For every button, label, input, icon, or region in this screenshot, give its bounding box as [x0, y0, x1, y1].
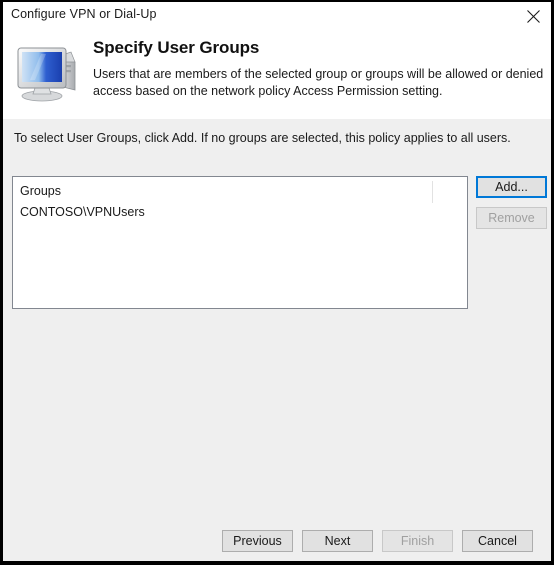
window-title: Configure VPN or Dial-Up: [11, 7, 157, 21]
dialog-header: Specify User Groups Users that are membe…: [3, 28, 551, 145]
close-icon: [527, 10, 540, 23]
column-divider: [432, 181, 433, 203]
title-bar: Configure VPN or Dial-Up: [3, 2, 551, 28]
dialog-body: To select User Groups, click Add. If no …: [3, 119, 551, 561]
add-button[interactable]: Add...: [476, 176, 547, 198]
next-button[interactable]: Next: [302, 530, 373, 552]
instruction-text: To select User Groups, click Add. If no …: [14, 131, 511, 145]
finish-button: Finish: [382, 530, 453, 552]
previous-button[interactable]: Previous: [222, 530, 293, 552]
dialog-window-inner: Configure VPN or Dial-Up Specify User Gr…: [3, 2, 551, 561]
page-description: Users that are members of the selected g…: [93, 67, 544, 98]
remove-button: Remove: [476, 207, 547, 229]
groups-listbox[interactable]: Groups CONTOSO\VPNUsers: [12, 176, 468, 309]
list-item[interactable]: CONTOSO\VPNUsers: [20, 205, 145, 219]
close-button[interactable]: [515, 2, 551, 28]
groups-column-header: Groups: [20, 184, 61, 198]
cancel-button[interactable]: Cancel: [462, 530, 533, 552]
page-title: Specify User Groups: [93, 38, 260, 57]
dialog-window: Configure VPN or Dial-Up Specify User Gr…: [0, 0, 554, 565]
computer-monitor-icon: [15, 40, 81, 104]
